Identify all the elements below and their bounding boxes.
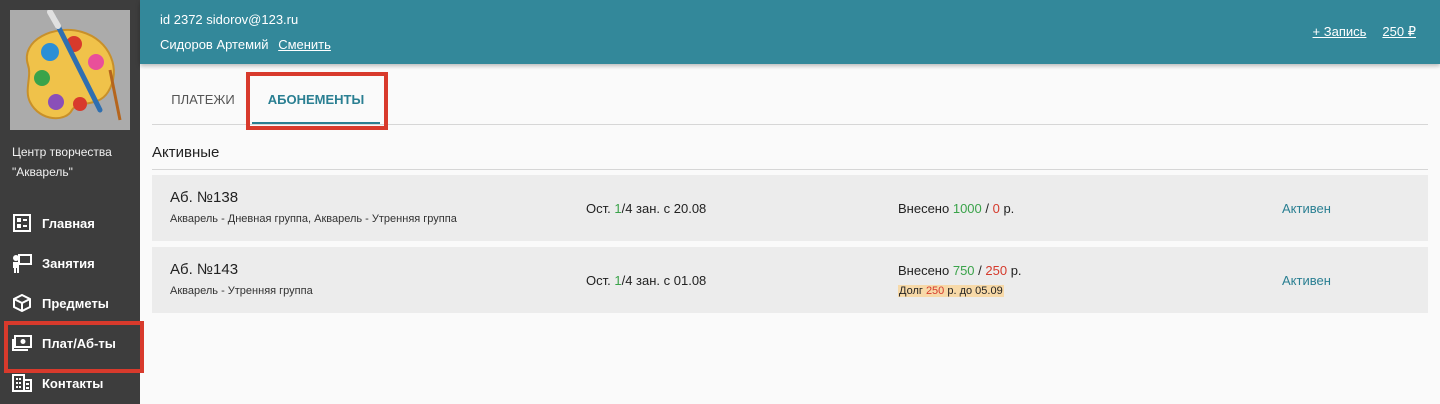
- change-user-link[interactable]: Сменить: [278, 37, 331, 52]
- tab-payments[interactable]: ПЛАТЕЖИ: [168, 76, 238, 124]
- org-name: Центр творчества "Акварель": [12, 145, 112, 179]
- sidebar-item-label: Предметы: [42, 295, 109, 311]
- cube-icon: [12, 293, 32, 313]
- building-icon: [12, 373, 32, 393]
- payment-summary: Внесено 750 / 250 р.: [898, 263, 1022, 278]
- top-header: id 2372 sidorov@123.ru Сидоров Артемий С…: [140, 0, 1440, 64]
- sidebar-item-label: Контакты: [42, 375, 104, 391]
- section-title: Активные: [152, 144, 220, 161]
- payment-summary: Внесено 1000 / 0 р.: [898, 201, 1015, 216]
- lessons-remaining: Ост. 1/4 зан. с 01.08: [586, 273, 707, 288]
- debt-badge: Долг 250 р. до 05.09: [898, 285, 1004, 297]
- add-record-link[interactable]: + Запись: [1313, 24, 1367, 40]
- subscription-groups: Акварель - Дневная группа, Акварель - Ут…: [170, 213, 457, 225]
- sidebar: Центр творчества "Акварель" Главная Заня…: [0, 0, 144, 404]
- teacher-icon: [12, 253, 32, 273]
- header-actions: + Запись 250 ₽: [1313, 24, 1416, 40]
- sidebar-item-payments[interactable]: Плат/Аб-ты: [0, 321, 144, 373]
- user-line: Сидоров Артемий Сменить: [160, 37, 331, 52]
- user-id: id 2372 sidorov@123.ru: [160, 12, 299, 27]
- sidebar-item-label: Плат/Аб-ты: [42, 335, 116, 351]
- sidebar-item-main[interactable]: Главная: [0, 203, 140, 243]
- sidebar-item-subjects[interactable]: Предметы: [0, 283, 140, 323]
- sidebar-item-label: Занятия: [42, 255, 95, 271]
- user-name: Сидоров Артемий: [160, 37, 269, 52]
- status-link[interactable]: Активен: [1282, 201, 1331, 216]
- tab-subscriptions[interactable]: АБОНЕМЕНТЫ: [252, 76, 380, 124]
- subscription-card[interactable]: Аб. №143 Акварель - Утренняя группа Ост.…: [152, 247, 1428, 313]
- dashboard-icon: [12, 213, 32, 233]
- money-icon: [12, 333, 32, 353]
- sidebar-nav: Главная Занятия Предметы Плат/Аб-ты Конт…: [0, 203, 144, 403]
- sidebar-item-classes[interactable]: Занятия: [0, 243, 140, 283]
- palette-logo: [10, 10, 130, 130]
- subscription-card[interactable]: Аб. №138 Акварель - Дневная группа, Аква…: [152, 175, 1428, 241]
- divider: [152, 169, 1428, 170]
- status-link[interactable]: Активен: [1282, 273, 1331, 288]
- tab-bar: ПЛАТЕЖИ АБОНЕМЕНТЫ: [152, 76, 1428, 125]
- sidebar-item-contacts[interactable]: Контакты: [0, 363, 140, 403]
- subscription-groups: Акварель - Утренняя группа: [170, 285, 313, 297]
- subscription-number: Аб. №143: [170, 261, 239, 278]
- balance-link[interactable]: 250 ₽: [1382, 24, 1416, 40]
- subscription-number: Аб. №138: [170, 189, 239, 206]
- sidebar-item-label: Главная: [42, 215, 95, 231]
- lessons-remaining: Ост. 1/4 зан. с 20.08: [586, 201, 707, 216]
